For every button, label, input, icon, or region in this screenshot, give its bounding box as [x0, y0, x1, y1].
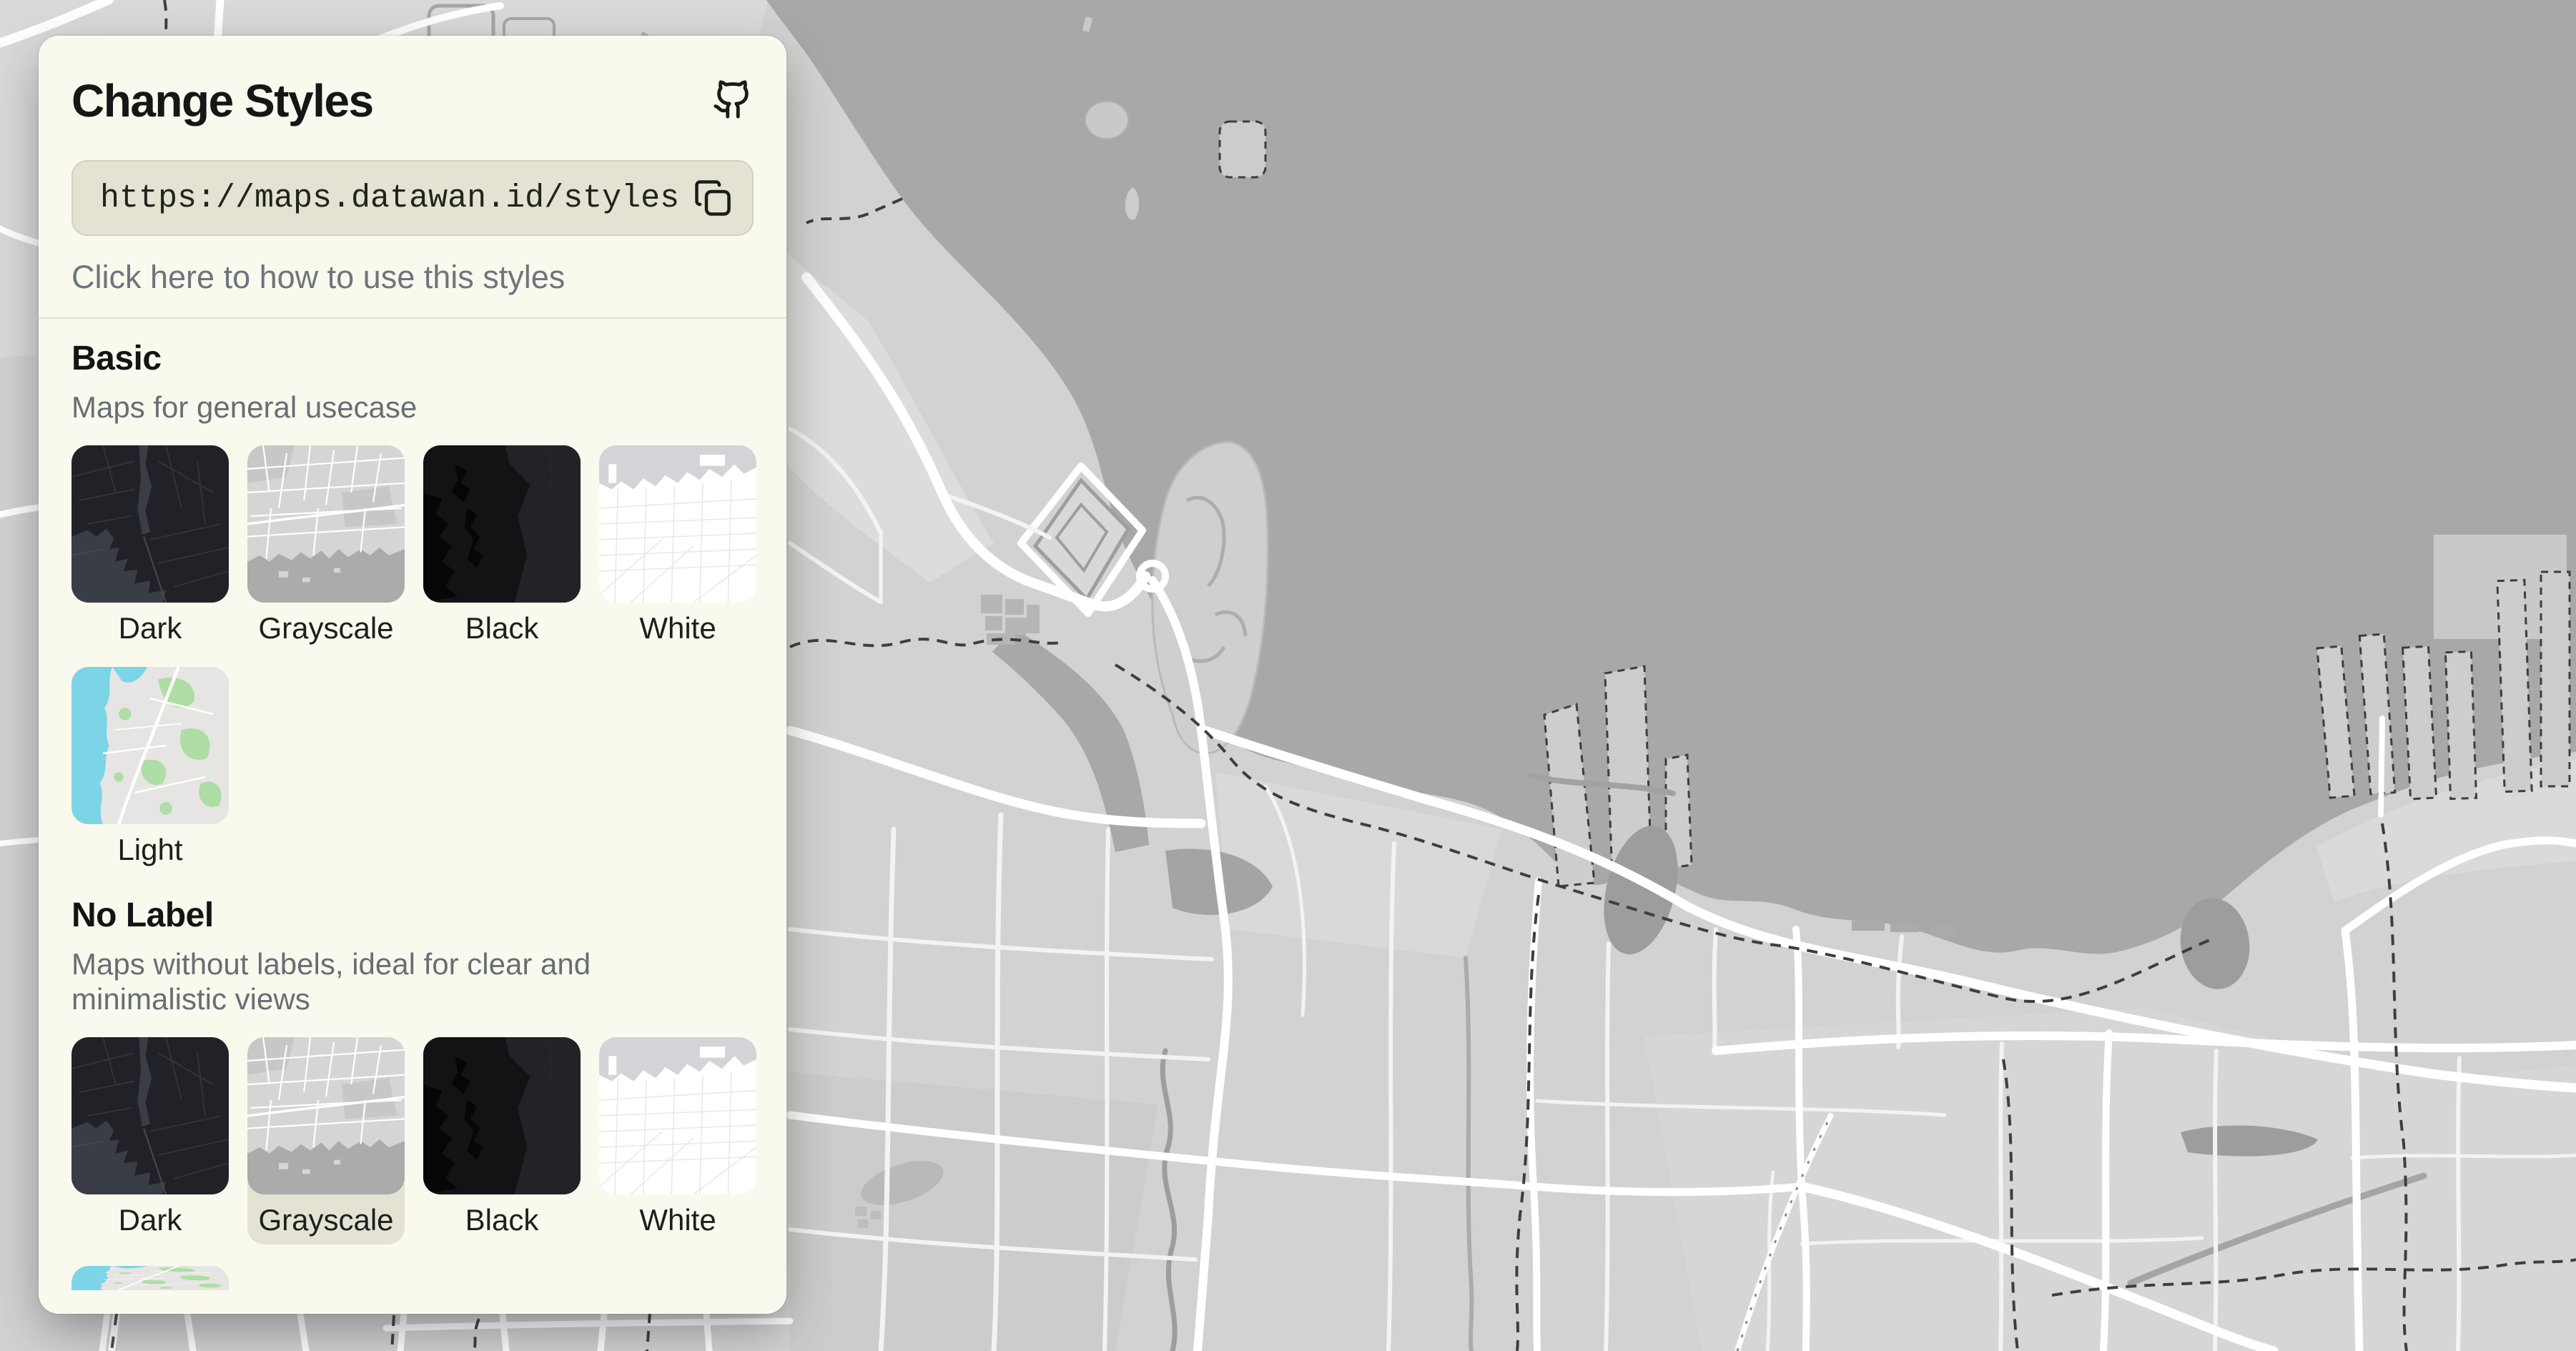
style-option-grayscale-nolabel[interactable]: Grayscale	[247, 1036, 405, 1244]
page-title: Change Styles	[71, 75, 374, 127]
style-label: Light	[117, 832, 183, 866]
style-grid: Dark Grayscale Black White	[71, 1036, 756, 1290]
style-thumbnail	[71, 666, 229, 824]
style-option-dark-nolabel[interactable]: Dark	[71, 1036, 229, 1237]
style-option-black[interactable]: Black	[423, 445, 581, 645]
style-option-light[interactable]: Light	[71, 666, 229, 867]
style-thumbnail	[599, 445, 756, 603]
style-grid: Dark Grayscale Black White	[71, 445, 756, 867]
style-thumbnail	[247, 1036, 405, 1194]
style-url-field[interactable]	[71, 160, 754, 236]
style-option-white-nolabel[interactable]: White	[599, 1036, 756, 1237]
style-label: Black	[465, 610, 539, 645]
panel-header: Change Styles Click here to how to use t…	[39, 36, 786, 317]
copy-icon	[695, 180, 731, 216]
copy-url-button[interactable]	[694, 179, 732, 217]
section-description: Maps for general usecase	[71, 390, 418, 424]
style-label: White	[639, 1202, 716, 1237]
style-label: Dark	[118, 1202, 182, 1237]
style-thumbnail	[599, 1036, 756, 1194]
style-thumbnail	[71, 1036, 229, 1194]
style-option-light-nolabel[interactable]	[71, 1265, 229, 1290]
style-option-white[interactable]: White	[599, 445, 756, 645]
app-window: Change Styles Click here to how to use t…	[0, 0, 2576, 1351]
style-thumbnail	[423, 445, 581, 603]
style-url-input[interactable]	[99, 179, 682, 217]
section-heading: No Label	[71, 896, 214, 934]
style-thumbnail	[247, 445, 405, 603]
style-label: Black	[465, 1202, 539, 1237]
change-styles-panel: Change Styles Click here to how to use t…	[39, 36, 786, 1314]
style-thumbnail	[71, 445, 229, 603]
style-section: Basic Maps for general usecase Dark Grays…	[71, 339, 756, 867]
style-label: White	[639, 610, 716, 645]
style-label: Dark	[118, 610, 182, 645]
how-to-use-link[interactable]: Click here to how to use this styles	[71, 259, 754, 296]
style-option-grayscale[interactable]: Grayscale	[247, 445, 405, 645]
style-option-dark[interactable]: Dark	[71, 445, 229, 645]
section-heading: Basic	[71, 340, 162, 377]
style-label: Grayscale	[258, 610, 394, 645]
style-option-black-nolabel[interactable]: Black	[423, 1036, 581, 1237]
section-description: Maps without labels, ideal for clear and…	[71, 946, 591, 1016]
github-link[interactable]	[712, 79, 754, 120]
github-icon	[714, 80, 749, 119]
style-label: Grayscale	[258, 1202, 394, 1237]
style-thumbnail	[423, 1036, 581, 1194]
style-section: No Label Maps without labels, ideal for c…	[71, 896, 756, 1290]
styles-scroll-area[interactable]: Basic Maps for general usecase Dark Grays…	[39, 319, 786, 1314]
style-thumbnail	[71, 1265, 229, 1290]
